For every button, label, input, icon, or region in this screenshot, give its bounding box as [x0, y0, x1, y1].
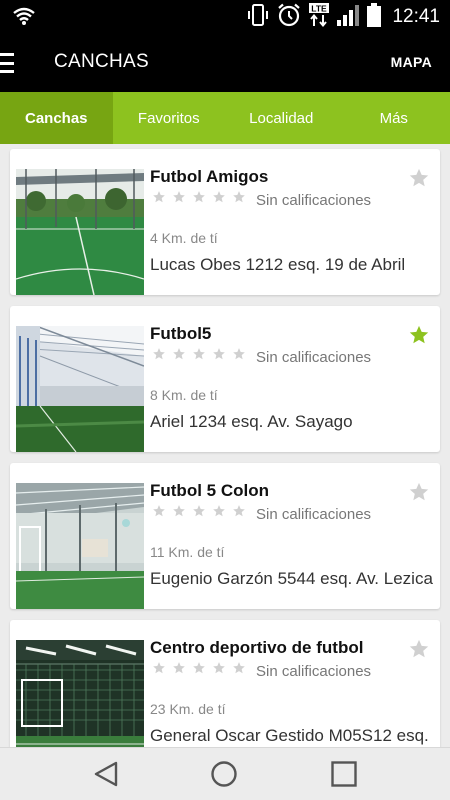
star-empty-icon: [153, 505, 165, 517]
tab-localidad[interactable]: Localidad: [225, 92, 338, 144]
wifi-icon: [12, 6, 36, 31]
field-list: Futbol Amigos Sin calificaciones 4 Km. d…: [0, 144, 450, 747]
star-empty-icon: [173, 662, 185, 674]
rating-text: Sin calificaciones: [256, 506, 372, 523]
star-empty-icon: [213, 662, 225, 674]
rating-text: Sin calificaciones: [256, 192, 372, 209]
map-button[interactable]: MAPA: [391, 54, 432, 70]
star-empty-icon: [193, 191, 205, 203]
app-bar: CANCHAS MAPA: [0, 34, 450, 92]
favorite-star-icon[interactable]: [408, 324, 430, 351]
star-empty-icon: [213, 191, 225, 203]
system-nav-bar: [0, 747, 450, 800]
back-icon[interactable]: [92, 760, 120, 793]
favorite-star-icon[interactable]: [408, 481, 430, 508]
favorite-star-icon[interactable]: [408, 167, 430, 194]
recents-icon[interactable]: [330, 760, 358, 793]
star-empty-icon: [193, 505, 205, 517]
page-title: CANCHAS: [54, 51, 150, 72]
address-text: Ariel 1234 esq. Av. Sayago: [150, 412, 353, 431]
alarm-icon: [276, 3, 302, 32]
rating-stars: [152, 190, 246, 204]
star-empty-icon: [173, 348, 185, 360]
rating-stars: [152, 661, 246, 675]
address-text: Lucas Obes 1212 esq. 19 de Abril: [150, 255, 406, 274]
lte-label: LTE: [312, 3, 328, 13]
rating-stars: [152, 504, 246, 518]
battery-icon: [366, 2, 382, 33]
tab-favoritos[interactable]: Favoritos: [113, 92, 226, 144]
address-text: General Oscar Gestido M05S12 esq.: [150, 726, 429, 745]
rating-text: Sin calificaciones: [256, 663, 372, 680]
signal-icon: [336, 3, 360, 32]
favorite-star-icon[interactable]: [408, 638, 430, 665]
rating-stars: [152, 347, 246, 361]
field-card[interactable]: Futbol Amigos Sin calificaciones 4 Km. d…: [10, 149, 440, 295]
tab-canchas[interactable]: Canchas: [0, 92, 113, 144]
star-empty-icon: [213, 505, 225, 517]
vibrate-icon: [246, 3, 270, 32]
star-empty-icon: [173, 505, 185, 517]
distance-text: 11 Km. de tí: [150, 544, 225, 560]
hamburger-icon[interactable]: [0, 53, 14, 73]
star-empty-icon: [193, 662, 205, 674]
field-card[interactable]: Centro deportivo de futbol Sin calificac…: [10, 620, 440, 747]
field-photo: [16, 483, 144, 609]
field-card[interactable]: Futbol 5 Colon Sin calificaciones 11 Km.…: [10, 463, 440, 609]
star-empty-icon: [153, 348, 165, 360]
field-photo: [16, 326, 144, 452]
field-name: Futbol Amigos: [150, 167, 269, 186]
lte-icon: LTE: [308, 2, 330, 33]
distance-text: 8 Km. de tí: [150, 387, 218, 403]
star-empty-icon: [233, 348, 245, 360]
star-empty-icon: [193, 348, 205, 360]
clock: 12:41: [392, 6, 440, 27]
field-photo: [16, 640, 144, 747]
star-empty-icon: [213, 348, 225, 360]
distance-text: 23 Km. de tí: [150, 701, 226, 717]
tab-bar: Canchas Favoritos Localidad Más: [0, 92, 450, 144]
star-empty-icon: [233, 662, 245, 674]
star-empty-icon: [173, 191, 185, 203]
field-name: Centro deportivo de futbol: [150, 638, 364, 657]
star-empty-icon: [153, 662, 165, 674]
star-empty-icon: [153, 191, 165, 203]
home-icon[interactable]: [210, 760, 238, 793]
star-empty-icon: [233, 191, 245, 203]
address-text: Eugenio Garzón 5544 esq. Av. Lezica: [150, 569, 433, 588]
field-name: Futbol 5 Colon: [150, 481, 269, 500]
tab-mas[interactable]: Más: [338, 92, 450, 144]
distance-text: 4 Km. de tí: [150, 230, 218, 246]
status-bar: LTE 12:41: [0, 0, 450, 34]
star-empty-icon: [233, 505, 245, 517]
field-card[interactable]: Futbol5 Sin calificaciones 8 Km. de tí A…: [10, 306, 440, 452]
rating-text: Sin calificaciones: [256, 349, 372, 366]
field-name: Futbol5: [150, 324, 212, 343]
field-photo: [16, 169, 144, 295]
